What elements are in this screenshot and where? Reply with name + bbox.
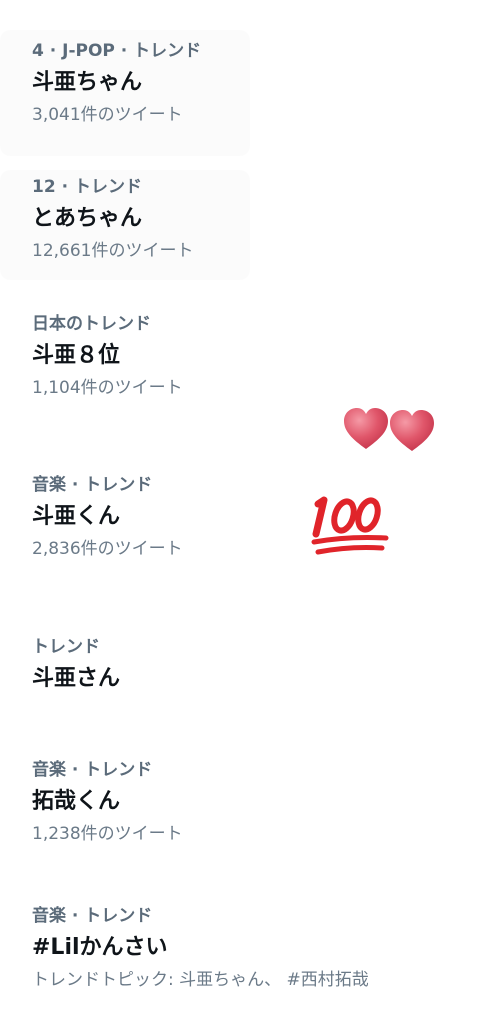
trend-tweet-count: 12,661件のツイート — [32, 241, 194, 261]
trend-meta: 音楽 · トレンド — [32, 475, 153, 495]
trend-title: 斗亜さん — [32, 666, 121, 691]
trend-tweet-count: 3,041件のツイート — [32, 105, 183, 125]
trend-meta: 音楽 · トレンド — [32, 760, 153, 780]
trend-item-2[interactable]: 12 · トレンド とあちゃん 12,661件のツイート — [0, 170, 250, 280]
trend-meta: 12 · トレンド — [32, 177, 142, 197]
trends-list: 4 · J-POP · トレンド 斗亜ちゃん 3,041件のツイート 12 · … — [0, 0, 480, 1024]
hundred-points-icon — [311, 496, 389, 555]
trend-item-4[interactable]: 音楽 · トレンド 斗亜くん 2,836件のツイート — [0, 474, 250, 560]
trend-item-5[interactable]: トレンド 斗亜さん — [0, 636, 250, 694]
trend-tweet-count: 2,836件のツイート — [32, 539, 183, 559]
trend-item-1[interactable]: 4 · J-POP · トレンド 斗亜ちゃん 3,041件のツイート — [0, 30, 250, 156]
trend-meta: 音楽 · トレンド — [32, 906, 153, 926]
trend-meta: 日本のトレンド — [32, 314, 151, 334]
trend-title: 斗亜８位 — [32, 343, 121, 368]
trend-topics: トレンドトピック: 斗亜ちゃん、 #西村拓哉 — [32, 970, 369, 990]
trend-title: とあちゃん — [32, 206, 143, 231]
trend-item-3[interactable]: 日本のトレンド 斗亜８位 1,104件のツイート — [0, 313, 250, 399]
trend-meta: 4 · J-POP · トレンド — [32, 41, 202, 61]
trend-title: 斗亜くん — [32, 504, 121, 529]
trend-tweet-count: 1,104件のツイート — [32, 378, 183, 398]
two-hearts-icon — [344, 408, 434, 451]
trend-meta: トレンド — [32, 637, 100, 657]
trend-title: 斗亜ちゃん — [32, 70, 143, 95]
trend-item-7[interactable]: 音楽 · トレンド #Lilかんさい トレンドトピック: 斗亜ちゃん、 #西村拓… — [0, 905, 470, 991]
trend-title: #Lilかんさい — [32, 935, 168, 960]
trend-item-6[interactable]: 音楽 · トレンド 拓哉くん 1,238件のツイート — [0, 759, 250, 845]
trend-tweet-count: 1,238件のツイート — [32, 824, 183, 844]
trend-title: 拓哉くん — [32, 789, 121, 814]
